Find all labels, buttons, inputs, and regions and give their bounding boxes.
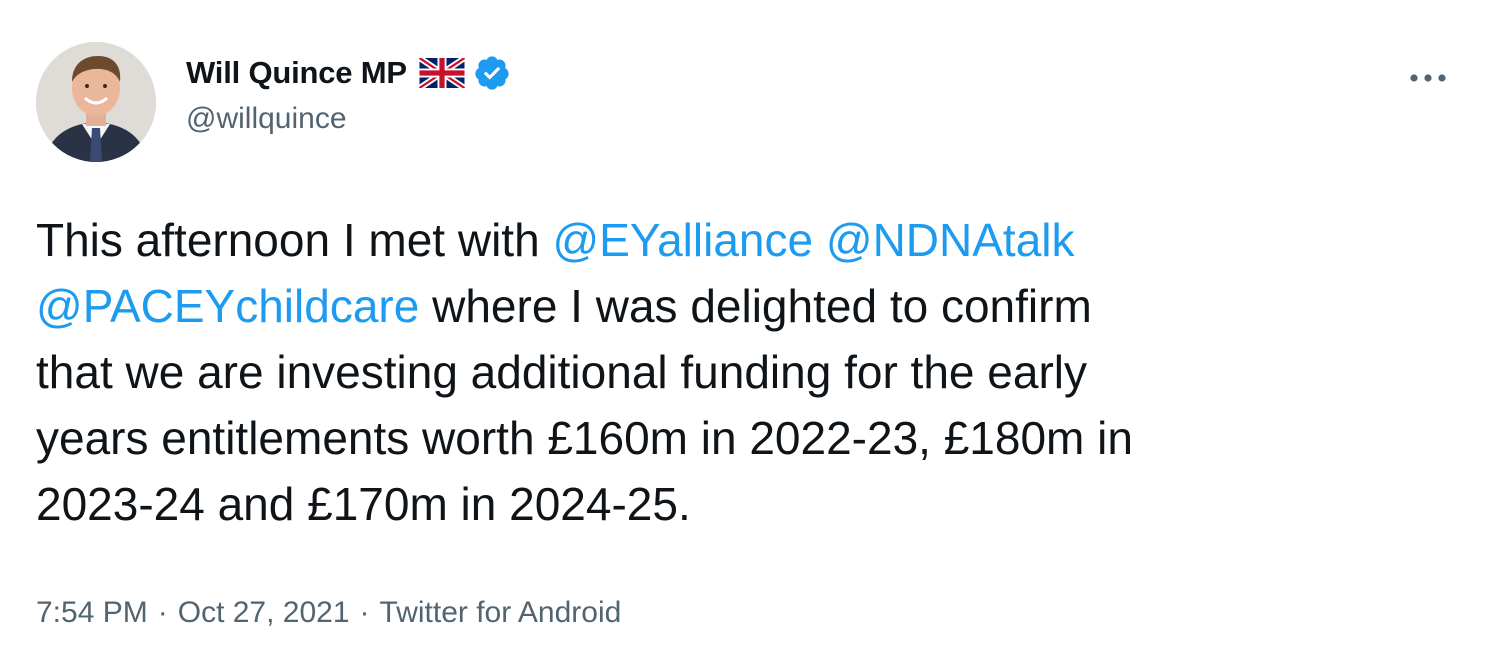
tweet-text-segment: where I was delighted to confirm	[419, 280, 1092, 332]
verified-badge-icon	[473, 54, 511, 92]
tweet-meta: 7:54 PM · Oct 27, 2021 · Twitter for And…	[36, 596, 621, 630]
mention-paceychildcare[interactable]: @PACEYchildcare	[36, 280, 419, 332]
tweet-line-3: that we are investing additional funding…	[36, 346, 1087, 398]
tweet-line-2: @PACEYchildcare where I was delighted to…	[36, 273, 1466, 339]
more-options-button[interactable]	[1406, 56, 1450, 100]
tweet-line-1: This afternoon I met with @EYalliance @N…	[36, 207, 1466, 273]
meta-separator: ·	[359, 596, 370, 629]
uk-flag-icon	[417, 55, 467, 91]
meta-separator: ·	[157, 596, 168, 629]
mention-ndnatalk[interactable]: @NDNAtalk	[826, 214, 1075, 266]
tweet-text-segment: This afternoon I met with	[36, 214, 553, 266]
more-dots-icon	[1410, 74, 1446, 82]
tweet-line-4: years entitlements worth £160m in 2022-2…	[36, 412, 1133, 464]
tweet-date[interactable]: Oct 27, 2021	[178, 596, 350, 630]
author-display-name[interactable]: Will Quince MP	[186, 55, 407, 91]
tweet-source[interactable]: Twitter for Android	[380, 596, 622, 630]
avatar[interactable]	[36, 42, 156, 162]
mention-eyalliance[interactable]: @EYalliance	[552, 214, 813, 266]
author-block: Will Quince MP @willquince	[186, 50, 511, 140]
tweet-card: Will Quince MP @willquince This afternoo…	[0, 0, 1492, 657]
tweet-time[interactable]: 7:54 PM	[36, 596, 148, 630]
author-handle[interactable]: @willquince	[186, 102, 511, 136]
tweet-text: This afternoon I met with @EYalliance @N…	[36, 207, 1466, 537]
avatar-image	[36, 42, 156, 162]
tweet-line-5: 2023-24 and £170m in 2024-25.	[36, 478, 691, 530]
name-row: Will Quince MP	[186, 50, 511, 96]
